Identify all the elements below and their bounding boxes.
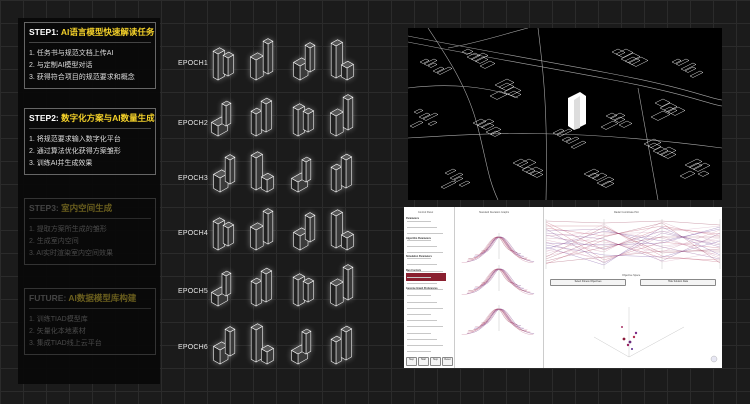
stop-button[interactable]: Stop [430,357,441,366]
start-button[interactable]: Start [418,357,429,366]
future-item-1: 1. 训练TIAD模型库 [29,316,88,323]
control-row[interactable] [407,332,431,334]
step-1-item-1: 1. 任务书与规范文档上传AI [29,50,114,57]
massing-model [290,36,326,86]
massing-model [210,92,246,142]
massing-model [250,262,286,312]
control-row[interactable] [407,221,431,222]
future-card: FUTURE: AI数据模型库构建 1. 训练TIAD模型库 2. 矢量化本地素… [24,288,156,355]
massing-model [290,148,326,198]
step-3-card: STEP3: 室内空间生成 1. 提取方案所生成的雏形 2. 生成室内空间 3.… [24,198,156,265]
step-3-item-3: 3. AI实时渲染室内空间效果 [29,250,114,257]
massing-model [329,92,366,142]
massing-model [250,92,286,142]
massing-model [250,320,286,370]
step-2-item-1: 1. 将规范要求输入数字化平台 [29,136,121,143]
step-3-item-2: 2. 生成室内空间 [29,238,79,245]
control-panel-title: Control Panel [418,211,434,214]
epoch-label-6: EPOCH6 [178,344,208,351]
control-row[interactable] [407,245,437,247]
control-row[interactable] [407,252,443,253]
control-row[interactable] [407,264,437,266]
future-item-2: 2. 矢量化本地素材 [29,328,86,335]
control-row[interactable] [407,270,443,272]
control-row[interactable] [407,239,431,241]
massing-model [290,262,326,312]
control-row[interactable] [407,314,431,315]
section-parameters: Parameters [406,217,420,220]
step-3-title: STEP3: 室内空间生成 [29,203,113,213]
massing-model [330,206,366,256]
std-deviation-pane: Standard Deviation Graphs [455,207,544,368]
control-row[interactable] [407,345,443,346]
control-row[interactable] [407,307,443,309]
city-map-svg [408,28,722,200]
reset-button[interactable]: Reset [442,357,453,366]
massing-model [210,206,246,256]
step-2-item-3: 3. 训练AI并生成效果 [29,160,93,167]
control-row[interactable] [407,283,437,284]
control-row[interactable] [407,227,437,229]
massing-model [290,206,326,256]
radar-pane: Radar Coordinate Plot Objective Space Se… [544,207,722,368]
step-1-item-2: 2. 与定制AI模型对话 [29,62,93,69]
epoch-label-2: EPOCH2 [178,120,208,127]
control-row[interactable] [407,295,431,297]
control-row[interactable] [407,276,431,278]
step-1-card: STEP1: AI语言模型快速解读任务 1. 任务书与规范文档上传AI 2. 与… [24,22,156,89]
hide-solution-button[interactable]: Hide Solution Data [640,279,716,286]
epoch-label-3: EPOCH3 [178,175,208,182]
control-row[interactable] [407,338,437,340]
divider [29,218,151,219]
massing-model [290,320,326,370]
select-objectives-button[interactable]: Select Fitness Objectives [550,279,626,286]
massing-model [210,320,246,370]
massing-model [249,36,286,86]
divider [29,128,151,129]
control-row[interactable] [407,326,443,328]
massing-model [290,92,326,142]
massing-model [330,320,366,370]
massing-model [250,148,286,198]
massing-model [210,36,246,86]
control-row[interactable] [407,301,437,303]
control-row[interactable] [407,233,443,235]
objective-space-title: Objective Space [622,274,641,277]
highlighted-tower [568,92,586,130]
control-row[interactable] [407,289,443,291]
objective-space-plot [593,307,718,363]
epoch-label-5: EPOCH5 [178,288,208,295]
divider [29,42,151,43]
radar-title: Radar Coordinate Plot [614,211,639,214]
massing-model [210,262,246,312]
city-map-render [408,28,722,200]
step-3-item-1: 1. 提取方案所生成的雏形 [29,226,107,233]
divider [29,308,151,309]
massing-model [249,206,286,256]
epoch-label-1: EPOCH1 [178,60,208,67]
step-button[interactable]: Step [406,357,417,366]
massing-model [330,36,366,86]
control-panel: Control Panel Parameters Algorithm Param… [404,207,455,368]
control-row[interactable] [407,320,437,322]
massing-model [210,148,246,198]
std-deviation-curves [461,233,535,335]
radar-coordinate-plot [545,219,721,269]
control-row[interactable] [407,351,431,353]
step-2-item-2: 2. 通过算法优化获得方案雏形 [29,148,121,155]
std-deviation-title: Standard Deviation Graphs [479,211,510,214]
epoch-label-4: EPOCH4 [178,230,208,237]
nav-widget-icon[interactable] [710,355,718,363]
step-1-item-3: 3. 获得符合项目的规范要求和概念 [29,74,135,81]
workflow-panel: STEP1: AI语言模型快速解读任务 1. 任务书与规范文档上传AI 2. 与… [18,18,160,384]
step-2-title: STEP2: 数字化方案与AI数量生成 [29,113,155,123]
future-title: FUTURE: AI数据模型库构建 [29,293,137,303]
step-1-title: STEP1: AI语言模型快速解读任务 [29,27,155,37]
step-2-card: STEP2: 数字化方案与AI数量生成 1. 将规范要求输入数字化平台 2. 通… [24,108,156,175]
control-row[interactable] [407,258,431,260]
future-item-3: 3. 集成TIAD线上云平台 [29,340,102,347]
massing-model [329,262,366,312]
massing-model [330,148,366,198]
optimization-app-window: Control Panel Parameters Algorithm Param… [404,207,722,368]
